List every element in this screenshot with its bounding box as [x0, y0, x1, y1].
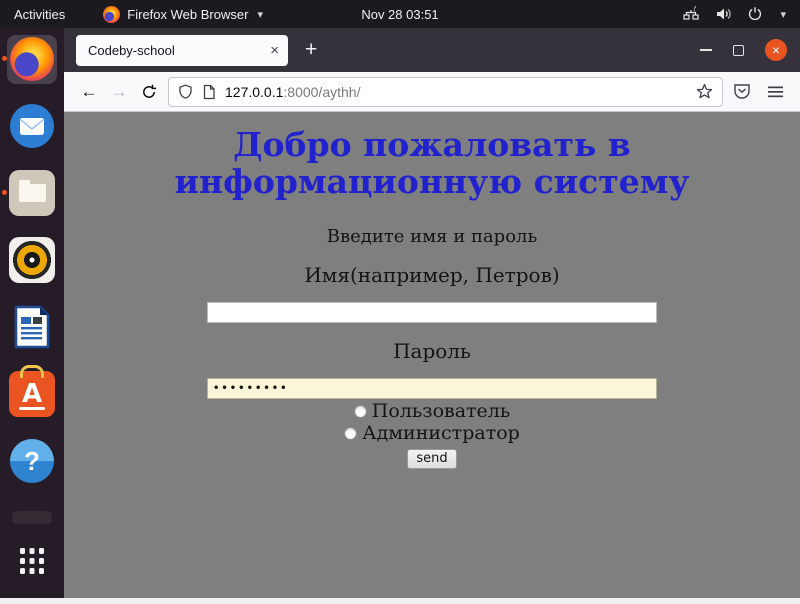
- password-field-label: Пароль: [64, 339, 800, 363]
- radio-admin-label: Администратор: [362, 424, 520, 443]
- activities-button[interactable]: Activities: [0, 7, 81, 22]
- dock-item-thunderbird[interactable]: [7, 102, 57, 151]
- dock-item-help[interactable]: ?: [7, 437, 57, 486]
- shield-permissions-icon[interactable]: [178, 84, 193, 100]
- dark-app-icon: [12, 511, 52, 524]
- ubuntu-dock: A ?: [0, 28, 64, 598]
- back-button[interactable]: ←: [74, 78, 104, 106]
- toolbar-right-icons: [731, 83, 790, 100]
- power-icon: [747, 6, 763, 22]
- dock-item-libreoffice-writer[interactable]: [7, 303, 57, 352]
- dock-item-firefox[interactable]: [7, 35, 57, 84]
- dock-item-ubuntu-software[interactable]: A: [7, 370, 57, 419]
- pocket-icon[interactable]: [733, 83, 751, 100]
- rhythmbox-icon: [9, 237, 55, 283]
- chevron-down-icon: ▾: [780, 8, 786, 21]
- page-title-line1: Добро пожаловать в: [64, 126, 800, 163]
- radio-row-user: Пользователь: [64, 402, 800, 421]
- url-host: 127.0.0.1: [225, 84, 283, 100]
- running-indicator-dot: [2, 56, 7, 61]
- tab-codeby-school[interactable]: Codeby-school ×: [76, 35, 288, 66]
- password-input[interactable]: •••••••••: [207, 378, 657, 399]
- ubuntu-software-icon: A: [9, 371, 55, 417]
- page-info-icon[interactable]: [202, 84, 216, 100]
- name-input[interactable]: [207, 302, 657, 323]
- dock-item-files[interactable]: [7, 169, 57, 218]
- show-applications-button[interactable]: [7, 535, 57, 584]
- volume-icon: [715, 6, 732, 22]
- url-text[interactable]: 127.0.0.1:8000/aythh/: [225, 84, 687, 100]
- firefox-icon: [103, 6, 120, 23]
- network-question-icon: ?: [683, 6, 700, 22]
- chevron-down-icon: ▾: [257, 8, 263, 21]
- intro-text: Введите имя и пароль: [64, 226, 800, 247]
- page-title-line2: информационную систему: [64, 163, 800, 200]
- restore-button[interactable]: [733, 45, 744, 56]
- forward-button[interactable]: →: [104, 78, 134, 106]
- navigation-toolbar: ← → 127.0.0.1:8000/aythh/: [64, 72, 800, 112]
- tab-title: Codeby-school: [88, 43, 270, 58]
- show-applications-icon: [17, 545, 47, 575]
- firefox-icon: [10, 37, 54, 81]
- send-button[interactable]: send: [407, 449, 456, 469]
- app-menu-label: Firefox Web Browser: [127, 7, 248, 22]
- dock-item-rhythmbox[interactable]: [7, 236, 57, 285]
- thunderbird-icon: [10, 104, 54, 148]
- close-window-button[interactable]: ×: [765, 39, 787, 61]
- url-path: :8000/aythh/: [283, 84, 360, 100]
- bookmark-star-icon[interactable]: [696, 83, 713, 100]
- name-field-label: Имя(например, Петров): [64, 263, 800, 287]
- web-page-content: Добро пожаловать винформационную систему…: [64, 112, 800, 597]
- tab-close-icon[interactable]: ×: [270, 43, 279, 58]
- svg-text:?: ?: [693, 6, 697, 13]
- dock-item-dark-app[interactable]: [7, 504, 57, 529]
- screen-bottom-strip: [0, 598, 800, 604]
- reload-icon: [141, 84, 157, 100]
- page-title: Добро пожаловать винформационную систему: [64, 126, 800, 201]
- help-icon: ?: [10, 439, 54, 483]
- system-top-bar: Activities Firefox Web Browser ▾ Nov 28 …: [0, 0, 800, 28]
- url-bar[interactable]: 127.0.0.1:8000/aythh/: [168, 77, 723, 107]
- files-icon: [9, 170, 55, 216]
- tab-bar: Codeby-school × + ×: [64, 28, 800, 72]
- libreoffice-writer-icon: [12, 305, 52, 349]
- system-status-area[interactable]: ? ▾: [683, 6, 800, 22]
- reload-button[interactable]: [134, 78, 164, 106]
- radio-admin[interactable]: [344, 427, 357, 440]
- radio-user-label: Пользователь: [372, 402, 510, 421]
- new-tab-button[interactable]: +: [305, 38, 317, 62]
- running-indicator-dot: [2, 190, 7, 195]
- window-controls: ×: [700, 39, 800, 61]
- app-menu-firefox[interactable]: Firefox Web Browser ▾: [103, 6, 263, 23]
- hamburger-menu-icon[interactable]: [767, 85, 784, 99]
- firefox-window: Codeby-school × + × ← → 127.0.0.: [64, 28, 800, 598]
- minimize-button[interactable]: [700, 49, 712, 51]
- radio-row-admin: Администратор: [64, 424, 800, 443]
- radio-user[interactable]: [354, 405, 367, 418]
